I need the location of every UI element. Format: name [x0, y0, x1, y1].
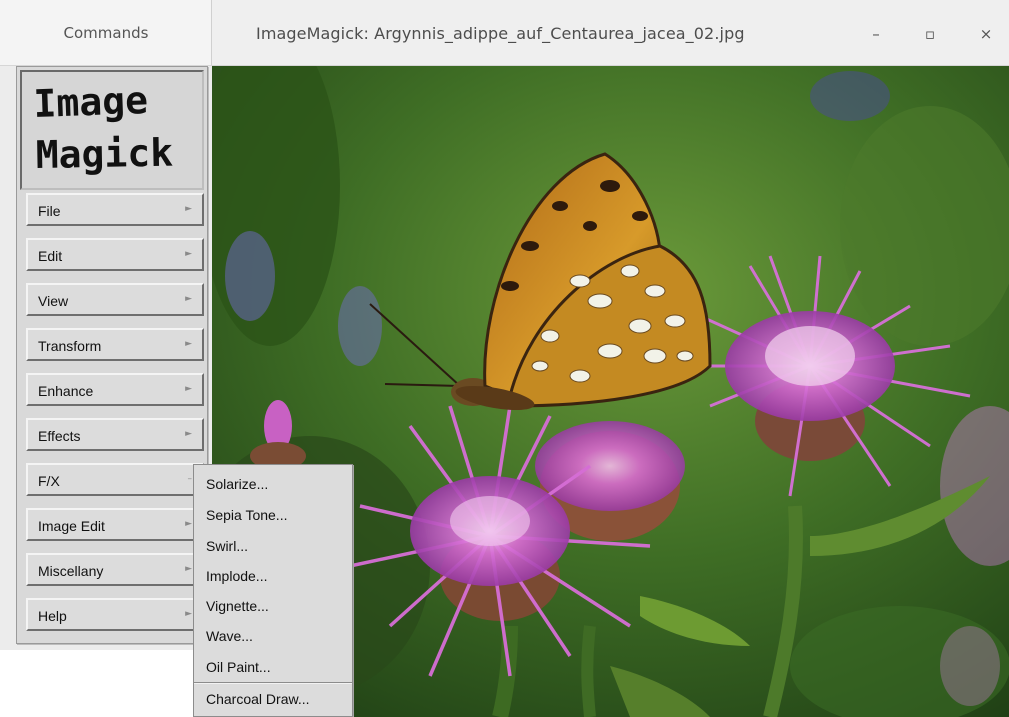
menu-help-label: Help	[38, 608, 67, 624]
submenu-item-swirl[interactable]: Swirl...	[206, 538, 248, 554]
menu-file-label: File	[38, 203, 61, 219]
menu-transform-button[interactable]: Transform ►	[26, 328, 204, 361]
chevron-right-icon: ►	[185, 204, 192, 214]
open-indicator-icon: –	[187, 474, 193, 484]
menu-file-button[interactable]: File ►	[26, 193, 204, 226]
submenu-item-solarize[interactable]: Solarize...	[206, 476, 268, 492]
maximize-button[interactable]: ▫	[916, 20, 944, 48]
menu-fx-button[interactable]: F/X –	[26, 463, 204, 496]
menu-miscellany-label: Miscellany	[38, 563, 104, 579]
submenu-item-wave[interactable]: Wave...	[206, 628, 253, 644]
image-window-title: ImageMagick: Argynnis_adippe_auf_Centaur…	[256, 24, 745, 43]
chevron-right-icon: ►	[185, 339, 192, 349]
submenu-separator	[194, 682, 352, 684]
menu-view-button[interactable]: View ►	[26, 283, 204, 316]
submenu-item-sepia-tone[interactable]: Sepia Tone...	[206, 507, 287, 523]
menu-miscellany-button[interactable]: Miscellany ►	[26, 553, 204, 586]
submenu-item-oil-paint[interactable]: Oil Paint...	[206, 659, 271, 675]
menu-effects-label: Effects	[38, 428, 81, 444]
submenu-item-implode[interactable]: Implode...	[206, 568, 267, 584]
menu-image-edit-label: Image Edit	[38, 518, 105, 534]
chevron-right-icon: ►	[185, 519, 192, 529]
submenu-item-vignette[interactable]: Vignette...	[206, 598, 269, 614]
chevron-right-icon: ►	[185, 384, 192, 394]
menu-edit-button[interactable]: Edit ►	[26, 238, 204, 271]
commands-title: Commands	[63, 24, 149, 42]
commands-titlebar[interactable]: Commands	[0, 0, 212, 66]
commands-panel: Image Magick File ► Edit ► View ► Transf…	[16, 66, 208, 644]
menu-transform-label: Transform	[38, 338, 102, 354]
menu-enhance-button[interactable]: Enhance ►	[26, 373, 204, 406]
chevron-right-icon: ►	[185, 294, 192, 304]
logo-line1: Image	[33, 78, 149, 126]
close-button[interactable]: ×	[972, 20, 1000, 48]
imagemagick-logo: Image Magick	[20, 70, 204, 190]
menu-edit-label: Edit	[38, 248, 63, 264]
chevron-right-icon: ►	[185, 429, 192, 439]
logo-line2: Magick	[35, 131, 173, 177]
chevron-right-icon: ►	[185, 609, 192, 619]
menu-help-button[interactable]: Help ►	[26, 598, 204, 631]
minimize-button[interactable]: –	[862, 20, 890, 48]
menu-view-label: View	[38, 293, 69, 309]
submenu-item-charcoal-draw[interactable]: Charcoal Draw...	[206, 691, 309, 707]
fx-submenu: Solarize... Sepia Tone... Swirl... Implo…	[193, 464, 353, 717]
menu-image-edit-button[interactable]: Image Edit ►	[26, 508, 204, 541]
menu-enhance-label: Enhance	[38, 383, 94, 399]
commands-window: Commands Image Magick File ► Edit ► View…	[0, 0, 212, 650]
menu-effects-button[interactable]: Effects ►	[26, 418, 204, 451]
chevron-right-icon: ►	[185, 249, 192, 259]
chevron-right-icon: ►	[185, 564, 192, 574]
image-window-titlebar[interactable]: ImageMagick: Argynnis_adippe_auf_Centaur…	[210, 0, 1009, 66]
menu-fx-label: F/X	[38, 473, 60, 489]
